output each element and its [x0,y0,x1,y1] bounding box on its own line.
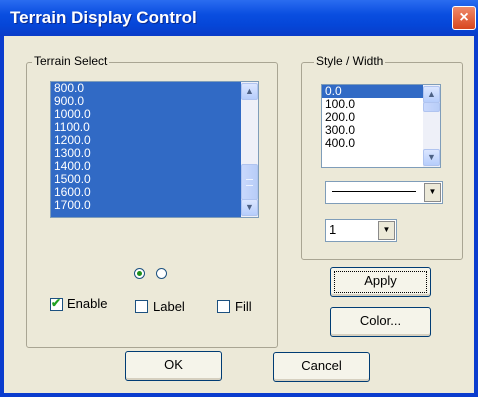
radio-option-1[interactable] [134,268,145,279]
style-width-label: Style / Width [314,54,386,68]
window-title: Terrain Display Control [10,8,197,27]
check-mark-icon: ✔ [51,296,62,310]
line-style-select[interactable]: ▼ [325,181,443,204]
ok-button-label: OK [164,357,183,372]
enable-checkbox[interactable]: ✔ [50,296,63,311]
scroll-thumb[interactable] [241,164,258,200]
terrain-select-label: Terrain Select [32,54,110,68]
terrain-list-scrollbar[interactable]: ▲ ▼ [241,82,258,217]
label-label: Label [153,299,185,314]
scroll-up-icon[interactable]: ▲ [241,83,258,100]
fill-checkbox[interactable] [217,300,230,313]
solid-line-sample [332,191,416,192]
dropdown-arrow-icon[interactable]: ▼ [424,183,441,202]
color-button-label: Color... [359,313,402,328]
color-button[interactable]: Color... [330,307,431,337]
radio-selected-dot [137,271,142,276]
terrain-list-items: 800.0 900.0 1000.0 1100.0 1200.0 1300.0 1400.0… [51,82,241,217]
terrain-list-item[interactable]: 1700.0 [51,199,241,212]
apply-button[interactable]: Apply [330,267,431,297]
apply-button-label: Apply [364,273,397,288]
style-list-scrollbar[interactable]: ▲ ▼ [423,85,440,167]
enable-label: Enable [67,296,108,311]
title-bar[interactable]: Terrain Display Control × [0,0,478,36]
scroll-up-icon[interactable]: ▲ [423,86,440,103]
scroll-thumb[interactable] [423,102,440,112]
style-list-item[interactable]: 400.0 [322,137,423,150]
terrain-select-list[interactable]: 800.0 900.0 1000.0 1100.0 1200.0 1300.0 1400.0… [50,81,259,218]
terrain-display-dialog: Terrain Display Control × Terrain Select… [0,0,478,397]
scroll-down-icon[interactable]: ▼ [423,149,440,166]
scroll-down-icon[interactable]: ▼ [241,199,258,216]
radio-option-2[interactable] [156,268,167,279]
fill-label: Fill [235,299,252,314]
line-width-value: 1 [329,222,337,237]
close-icon[interactable]: × [452,6,476,30]
cancel-button-label: Cancel [301,358,342,373]
dropdown-arrow-icon[interactable]: ▼ [378,221,395,240]
label-checkbox[interactable] [135,300,148,313]
dialog-client-area: Terrain Select 800.0 900.0 1000.0 1100.0 120… [4,36,474,393]
style-width-list[interactable]: 0.0 100.0 200.0 300.0 400.0 ▲ ▼ [321,84,441,168]
style-list-items: 0.0 100.0 200.0 300.0 400.0 [322,85,423,167]
cancel-button[interactable]: Cancel [273,352,370,382]
line-width-select[interactable]: 1 ▼ [325,219,397,242]
ok-button[interactable]: OK [125,351,222,381]
